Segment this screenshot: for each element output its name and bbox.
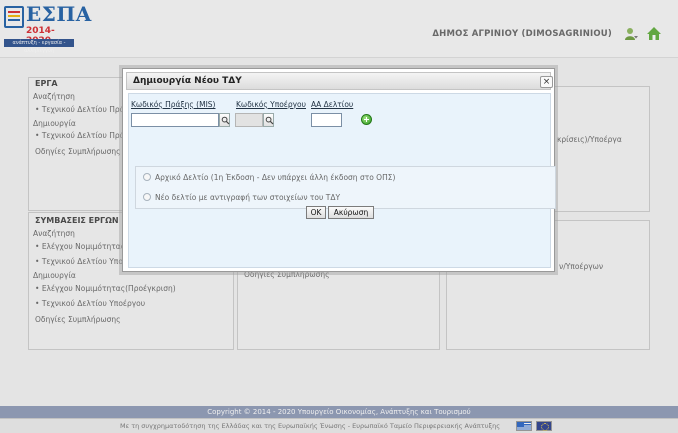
- cancel-button[interactable]: Ακύρωση: [328, 206, 374, 219]
- dialog-title: Δημιουργία Νέου ΤΔΥ: [133, 76, 242, 86]
- search-icon: [265, 116, 274, 125]
- close-icon[interactable]: ×: [540, 76, 553, 88]
- add-icon[interactable]: [361, 114, 372, 125]
- radio-initial[interactable]: [143, 173, 151, 181]
- aa-input[interactable]: [311, 113, 342, 127]
- subproject-input[interactable]: [235, 113, 263, 127]
- search-icon: [221, 116, 230, 125]
- new-tdy-dialog: Δημιουργία Νέου ΤΔΥ × Κωδικός Πράξης (MI…: [122, 68, 556, 272]
- mis-label: Κωδικός Πράξης (MIS): [131, 100, 216, 109]
- option-copy[interactable]: Νέο δελτίο με αντιγραφή των στοιχείων το…: [143, 193, 340, 202]
- option-initial[interactable]: Αρχικό Δελτίο (1η Έκδοση - Δεν υπάρχει ά…: [143, 173, 395, 182]
- subproject-search-button[interactable]: [263, 113, 274, 127]
- options-group: Αρχικό Δελτίο (1η Έκδοση - Δεν υπάρχει ά…: [135, 166, 556, 209]
- option-copy-label: Νέο δελτίο με αντιγραφή των στοιχείων το…: [155, 193, 341, 202]
- aa-label: ΑΑ Δελτίου: [311, 100, 354, 109]
- option-initial-label: Αρχικό Δελτίο (1η Έκδοση - Δεν υπάρχει ά…: [155, 173, 396, 182]
- radio-copy[interactable]: [143, 193, 151, 201]
- dialog-body: Κωδικός Πράξης (MIS) Κωδικός Υποέργου ΑΑ…: [128, 93, 556, 268]
- mis-input[interactable]: [131, 113, 219, 127]
- ok-button[interactable]: OK: [306, 206, 326, 219]
- mis-search-button[interactable]: [219, 113, 230, 127]
- dialog-titlebar[interactable]: Δημιουργία Νέου ΤΔΥ ×: [126, 72, 553, 90]
- subproject-label: Κωδικός Υποέργου: [236, 100, 306, 109]
